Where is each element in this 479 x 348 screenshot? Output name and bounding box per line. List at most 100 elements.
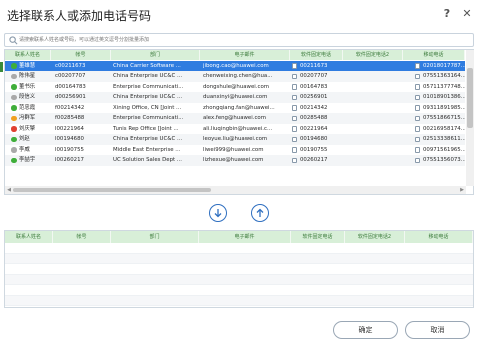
selected-column-email[interactable]: 电子邮件	[199, 231, 291, 243]
horizontal-scrollbar[interactable]: ◀ ▶	[5, 186, 466, 194]
call-soft-phone-icon[interactable]	[292, 84, 297, 90]
call-soft-phone-icon[interactable]	[292, 136, 297, 142]
cell-account: c00207707	[55, 73, 86, 79]
call-mobile-icon[interactable]	[415, 147, 420, 153]
cell-mobile: 07551356073...	[423, 157, 465, 163]
cell-name: 刘庆擎	[19, 125, 36, 132]
selected-column-soft-phone2[interactable]: 软件固定电话2	[345, 231, 405, 243]
column-header-mobile[interactable]: 移动电话	[403, 50, 465, 60]
empty-row	[5, 274, 473, 285]
cell-soft-phone: 00207707	[300, 73, 328, 79]
move-down-button[interactable]	[209, 204, 227, 222]
help-icon[interactable]: ?	[441, 8, 453, 20]
cell-account: l00221964	[55, 125, 84, 132]
contact-row[interactable]: 李喆宇 l00260217 UC Solution Sales Dept ... li…	[5, 155, 465, 166]
cell-name: 刘赵	[19, 136, 30, 142]
vertical-scroll-thumb[interactable]	[467, 68, 473, 128]
scroll-left-arrow-icon[interactable]: ◀	[5, 186, 13, 194]
cell-soft-phone: 00190755	[300, 146, 328, 153]
search-input[interactable]	[19, 35, 459, 45]
cell-dept: China Carrier Software ...	[113, 62, 181, 69]
column-header-dept[interactable]: 部门	[111, 50, 200, 60]
contact-row[interactable]: 范忠霞 f00214342 Xining Office, CN [Joint ...…	[5, 103, 465, 114]
call-mobile-icon[interactable]	[415, 157, 420, 163]
cell-soft-phone2	[345, 71, 401, 82]
contact-row[interactable]: 董书乐 d00164783 Enterprise Communicati... don…	[5, 82, 465, 93]
selected-column-dept[interactable]: 部门	[111, 231, 199, 243]
call-soft-phone-icon[interactable]	[292, 157, 297, 163]
close-icon[interactable]: ✕	[461, 8, 473, 20]
column-header-name[interactable]: 联系人姓名	[5, 50, 51, 60]
cell-soft-phone: 00214342	[300, 104, 328, 111]
title-bar: 选择联系人或添加电话号码 ? ✕	[0, 0, 479, 30]
contact-row[interactable]: 段信义 d00256901 China Enterprise UC&C ... dua…	[5, 92, 465, 103]
column-header-soft-phone2[interactable]: 软件固定电话2	[343, 50, 403, 60]
cell-mobile: 00216958174...	[423, 125, 465, 132]
search-icon	[9, 36, 18, 45]
horizontal-scroll-thumb[interactable]	[13, 188, 211, 192]
contact-row[interactable]: 陈伟星 c00207707 China Enterprise UC&C ... che…	[5, 71, 465, 82]
presence-status-icon	[11, 105, 17, 111]
cell-soft-phone2	[345, 155, 401, 166]
vertical-scrollbar[interactable]	[466, 50, 474, 186]
call-soft-phone-icon[interactable]	[292, 126, 297, 132]
cell-soft-phone: 00211673	[300, 62, 328, 69]
side-tab-marker	[0, 62, 3, 72]
contact-row[interactable]: 董雄慧 c00211673 China Carrier Software ... ji…	[5, 60, 465, 71]
column-header-account[interactable]: 帐号	[51, 50, 111, 60]
column-header-soft-phone[interactable]: 软件固定电话	[290, 50, 343, 60]
contact-row[interactable]: 刘赵 l00194680 China Enterprise UC&C ... leoy…	[5, 134, 465, 145]
call-mobile-icon[interactable]	[415, 136, 420, 142]
call-mobile-icon[interactable]	[415, 73, 420, 79]
cell-soft-phone2	[345, 113, 401, 124]
scroll-right-arrow-icon[interactable]: ▶	[458, 186, 466, 194]
call-mobile-icon[interactable]	[415, 126, 420, 132]
cell-account: c00211673	[55, 62, 86, 69]
cell-dept: China Enterprise UC&C ...	[113, 136, 183, 142]
contact-row[interactable]: 冯群军 f00285488 Enterprise Communicati... ale…	[5, 113, 465, 124]
selected-column-name[interactable]: 联系人姓名	[5, 231, 53, 243]
cell-account: l00190755	[55, 146, 84, 153]
call-mobile-icon[interactable]	[415, 115, 420, 121]
call-soft-phone-icon[interactable]	[292, 115, 297, 121]
call-mobile-icon[interactable]	[415, 105, 420, 111]
cell-soft-phone2	[345, 134, 401, 145]
cell-name: 范忠霞	[19, 104, 36, 111]
call-soft-phone-icon[interactable]	[292, 105, 297, 111]
selected-column-soft-phone[interactable]: 软件固定电话	[291, 231, 345, 243]
contact-list-header: 联系人姓名 帐号 部门 电子邮件 软件固定电话 软件固定电话2 移动电话	[5, 50, 465, 60]
cell-soft-phone2	[345, 92, 401, 103]
selected-list-header: 联系人姓名 帐号 部门 电子邮件 软件固定电话 软件固定电话2 移动电话	[5, 231, 473, 243]
call-mobile-icon[interactable]	[415, 63, 420, 69]
cancel-button[interactable]: 取消	[405, 321, 470, 339]
move-up-button[interactable]	[251, 204, 269, 222]
presence-status-icon	[11, 94, 17, 100]
cell-mobile: 07551866715...	[423, 115, 465, 121]
selected-column-account[interactable]: 帐号	[53, 231, 111, 243]
contact-row[interactable]: 李威 l00190755 Middle East Enterprise ... liw…	[5, 145, 465, 156]
call-soft-phone-icon[interactable]	[292, 147, 297, 153]
call-mobile-icon[interactable]	[415, 84, 420, 90]
contact-row[interactable]: 刘庆擎 l00221964 Tunis Rep Office [Joint ... a…	[5, 124, 465, 135]
call-soft-phone-icon[interactable]	[292, 73, 297, 79]
cell-mobile: 07551363164...	[423, 73, 465, 79]
presence-status-icon	[11, 84, 17, 90]
cell-soft-phone2	[345, 145, 401, 156]
cell-soft-phone2	[345, 124, 401, 135]
presence-status-icon	[11, 115, 17, 121]
empty-row	[5, 285, 473, 296]
selected-column-mobile[interactable]: 移动电话	[405, 231, 473, 243]
cell-email: chenweixing.chen@hua...	[203, 73, 273, 79]
search-box[interactable]	[4, 33, 474, 47]
cell-email: lizhexue@huawei.com	[203, 157, 264, 163]
cell-soft-phone: 00164783	[300, 83, 328, 90]
call-soft-phone-icon[interactable]	[292, 94, 297, 100]
empty-row	[5, 253, 473, 264]
ok-button[interactable]: 确定	[333, 321, 398, 339]
column-header-email[interactable]: 电子邮件	[200, 50, 290, 60]
cell-dept: Enterprise Communicati...	[113, 83, 184, 90]
cell-name: 李喆宇	[19, 157, 36, 163]
call-mobile-icon[interactable]	[415, 94, 420, 100]
call-soft-phone-icon[interactable]	[292, 63, 297, 69]
cell-name: 陈伟星	[19, 73, 36, 79]
